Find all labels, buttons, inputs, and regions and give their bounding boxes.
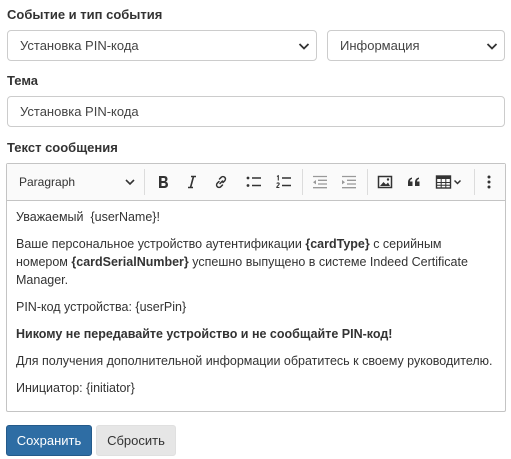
editor-content[interactable]: Уважаемый {userName}! Ваше персональное … [16,208,495,406]
image-icon [377,175,393,189]
initiator-text: Инициатор: {initiator} [16,381,135,395]
chevron-down-icon [486,43,498,50]
message-editor[interactable]: Paragraph Уважаемый {userName}! Ваше пер… [6,163,506,412]
subject-input-value: Установка PIN-кода [20,104,139,119]
contact-text: Для получения дополнительной информации … [16,354,493,368]
bulleted-list-icon [246,176,261,187]
event-type-select-value: Информация [340,38,420,53]
block-format-dropdown[interactable]: Paragraph [11,168,139,196]
card-type-placeholder: {cardType} [305,237,370,251]
pin-line-text: PIN-код устройства: {userPin} [16,300,187,314]
event-section-label: Событие и тип события [7,7,163,22]
more-icon [487,175,491,189]
outdent-icon [313,175,327,189]
italic-icon [188,175,196,189]
device-paragraph: Ваше персональное устройство аутентифика… [16,237,468,287]
subject-label: Тема [7,73,39,88]
more-options-button[interactable] [479,169,499,195]
outdent-button[interactable] [307,169,333,195]
quote-icon [408,177,420,186]
chevron-down-icon [298,43,310,50]
toolbar-divider [474,169,475,195]
indent-icon [342,175,356,189]
block-format-value: Paragraph [19,175,76,189]
bold-icon [159,176,168,188]
toolbar-divider [144,169,145,195]
indent-button[interactable] [336,169,362,195]
block-quote-button[interactable] [401,169,427,195]
toolbar-divider [367,169,368,195]
numbered-list-icon [276,174,291,189]
italic-button[interactable] [179,169,205,195]
toolbar-divider [302,169,303,195]
link-button[interactable] [208,169,234,195]
event-type-select[interactable]: Информация [327,30,505,61]
card-serial-placeholder: {cardSerialNumber} [71,255,189,269]
table-icon [435,175,462,189]
subject-input[interactable]: Установка PIN-кода [7,96,505,127]
reset-button[interactable]: Сбросить [96,425,176,456]
insert-image-button[interactable] [372,169,398,195]
warning-text: Никому не передавайте устройство и не со… [16,327,393,341]
greeting-text: Уважаемый {userName}! [16,210,160,224]
event-select-value: Установка PIN-кода [20,38,139,53]
bulleted-list-button[interactable] [241,169,267,195]
bold-button[interactable] [150,169,176,195]
chevron-down-icon [125,179,135,186]
insert-table-button[interactable] [432,169,466,195]
numbered-list-button[interactable] [271,169,297,195]
message-label: Текст сообщения [7,140,118,155]
save-button[interactable]: Сохранить [6,425,92,456]
editor-toolbar: Paragraph [7,164,505,201]
event-select[interactable]: Установка PIN-кода [7,30,317,61]
link-icon [215,175,227,189]
